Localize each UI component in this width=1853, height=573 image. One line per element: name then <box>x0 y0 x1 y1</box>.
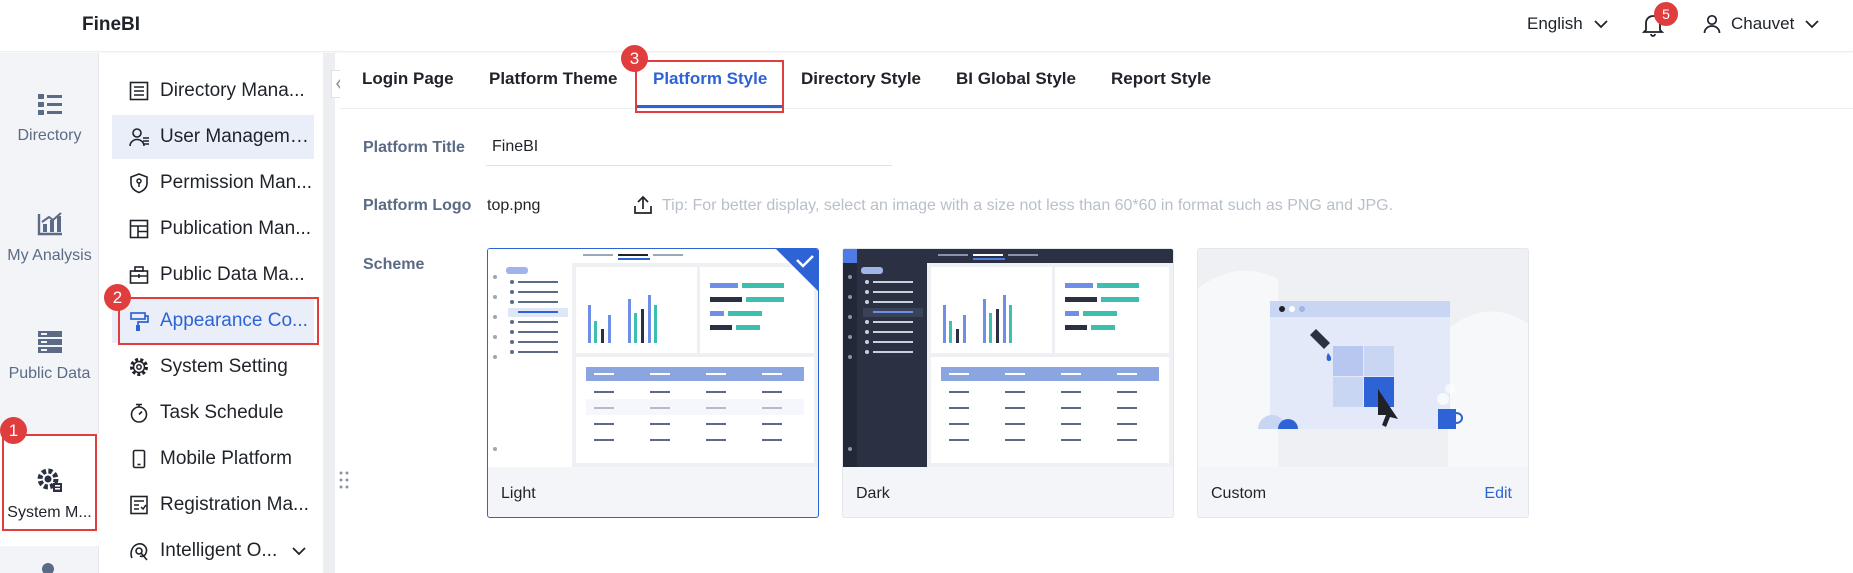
custom-scheme-illustration <box>1198 249 1528 467</box>
mobile-icon <box>132 449 146 469</box>
public-data-icon <box>37 331 62 353</box>
submenu-item-public-data-management[interactable]: Public Data Ma... <box>112 253 314 297</box>
drag-handle-icon[interactable] <box>337 469 351 496</box>
shield-icon <box>130 173 148 194</box>
annotation-badge-1: 1 <box>0 417 27 444</box>
scheme-card-dark[interactable]: Dark <box>842 248 1174 518</box>
platform-title-input[interactable]: FineBI <box>486 132 892 166</box>
submenu-item-mobile-platform[interactable]: Mobile Platform <box>112 437 314 481</box>
annotation-box-3 <box>635 60 784 113</box>
annotation-box-1 <box>2 434 97 531</box>
user-icon <box>1703 14 1721 34</box>
tab-directory-style[interactable]: Directory Style <box>801 69 921 89</box>
directory-icon <box>37 94 62 115</box>
language-label: English <box>1527 14 1583 33</box>
platform-logo-label: Platform Logo <box>363 197 472 214</box>
tab-platform-theme[interactable]: Platform Theme <box>489 69 617 89</box>
upload-icon[interactable] <box>632 194 654 216</box>
tab-login-page[interactable]: Login Page <box>362 69 454 89</box>
submenu-item-system-setting[interactable]: System Setting <box>112 345 314 389</box>
briefcase-icon <box>129 266 149 284</box>
annotation-box-2 <box>118 297 319 345</box>
annotation-badge-3: 3 <box>621 45 648 72</box>
list-icon <box>129 81 149 101</box>
stopwatch-icon <box>130 403 148 423</box>
submenu-item-user-management[interactable]: User Management <box>112 115 314 159</box>
rail-item-public-data[interactable]: Public Data <box>0 329 99 383</box>
analysis-icon <box>37 212 62 236</box>
edit-custom-scheme-link[interactable]: Edit <box>1484 485 1512 503</box>
rail-item-my-analysis[interactable]: My Analysis <box>0 211 99 265</box>
submenu-item-task-schedule[interactable]: Task Schedule <box>112 391 314 435</box>
logo-upload-tip: Tip: For better display, select an image… <box>662 197 1394 214</box>
user-icon <box>129 128 149 147</box>
app-logo: FineBI <box>82 14 141 35</box>
submenu-item-registration-management[interactable]: Registration Ma... <box>112 483 314 527</box>
tab-report-style[interactable]: Report Style <box>1111 69 1211 89</box>
light-scheme-preview <box>488 249 818 467</box>
document-icon <box>130 495 148 515</box>
scheme-card-custom[interactable]: Custom Edit <box>1197 248 1529 518</box>
chevron-down-icon <box>1805 20 1819 29</box>
rail-label: Directory <box>17 127 82 144</box>
rail-label: Public Data <box>8 365 91 382</box>
top-bar: FineBI English 5 Chauvet <box>0 0 1853 52</box>
chevron-down-icon <box>1594 20 1608 29</box>
scheme-name-dark: Dark <box>856 485 890 502</box>
tab-bi-global-style[interactable]: BI Global Style <box>956 69 1076 89</box>
dark-scheme-preview <box>843 249 1173 467</box>
scheme-name-custom: Custom <box>1211 485 1267 502</box>
annotation-badge-2: 2 <box>104 284 131 311</box>
rail-label: My Analysis <box>7 247 92 264</box>
scheme-label: Scheme <box>363 256 425 273</box>
rail-item-directory[interactable]: Directory <box>0 91 99 145</box>
platform-logo-filename: top.png <box>487 197 541 214</box>
username: Chauvet <box>1731 14 1795 33</box>
notification-badge: 5 <box>1654 2 1678 26</box>
selected-check-icon <box>776 249 818 291</box>
gear-icon <box>130 358 148 376</box>
user-menu[interactable]: Chauvet <box>1703 14 1820 34</box>
scheme-name-light: Light <box>501 485 536 502</box>
user-icon[interactable] <box>37 561 59 573</box>
layout-icon <box>129 219 149 239</box>
submenu-item-permission-management[interactable]: Permission Man... <box>112 161 314 205</box>
submenu-item-directory-management[interactable]: Directory Mana... <box>112 69 314 113</box>
intelligent-icon <box>130 543 148 561</box>
chevron-down-icon <box>292 547 306 556</box>
submenu-item-intelligent-operation[interactable]: Intelligent O... <box>112 529 314 573</box>
platform-title-label: Platform Title <box>363 139 465 156</box>
scheme-card-light[interactable]: Light <box>487 248 819 518</box>
submenu-item-publication-management[interactable]: Publication Man... <box>112 207 314 251</box>
language-selector[interactable]: English <box>1527 14 1609 34</box>
submenu-scrollbar[interactable] <box>323 53 335 573</box>
